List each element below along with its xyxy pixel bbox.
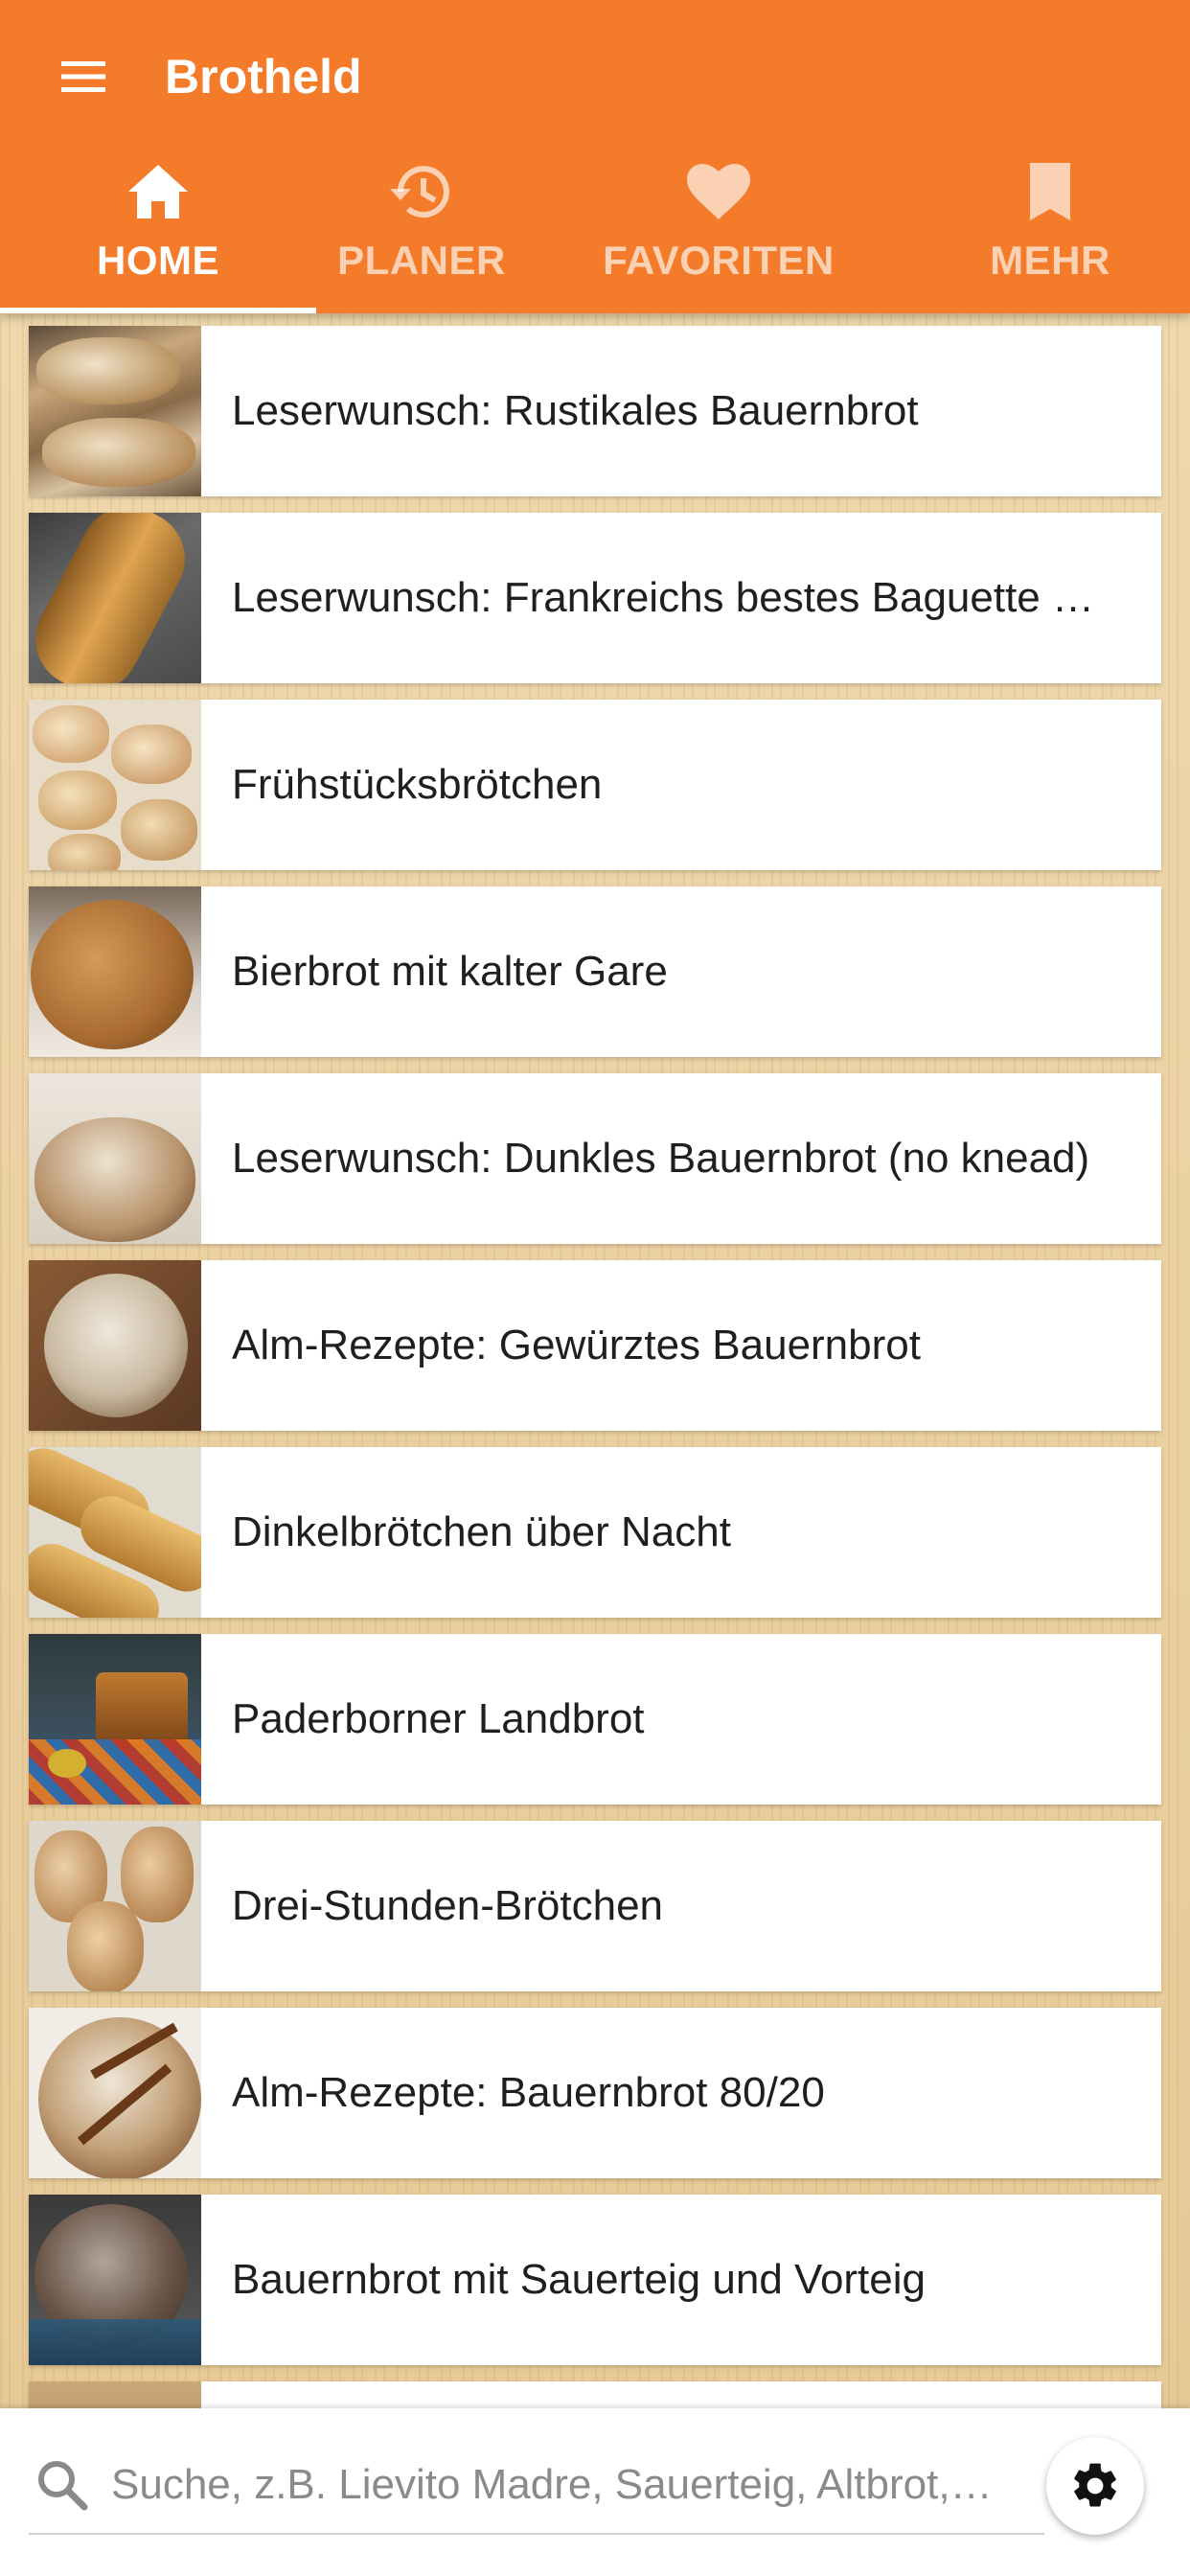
- tab-home-label: HOME: [97, 238, 219, 283]
- tab-planer[interactable]: PLANER: [316, 153, 527, 313]
- recipe-title: Leserwunsch: Frankreichs bestes Baguette…: [232, 574, 1095, 621]
- recipe-thumbnail: [29, 1634, 201, 1805]
- recipe-list-item[interactable]: Alm-Rezepte: Bauernbrot 80/20: [29, 2008, 1161, 2178]
- tab-home[interactable]: HOME: [0, 153, 316, 313]
- search-icon: [38, 2461, 88, 2511]
- recipe-title: Drei-Stunden-Brötchen: [232, 1882, 664, 1929]
- recipe-list-item[interactable]: Bierbrot mit kalter Gare: [29, 886, 1161, 1057]
- recipe-title: Frühstücksbrötchen: [232, 761, 603, 808]
- recipe-list-item[interactable]: Leserwunsch: Frankreichs bestes Baguette…: [29, 513, 1161, 683]
- home-icon: [128, 165, 188, 218]
- gear-icon: [1074, 2463, 1116, 2507]
- menu-button[interactable]: [40, 34, 126, 120]
- recipe-list-item[interactable]: Alm-Rezepte: Gewürztes Bauernbrot: [29, 1260, 1161, 1431]
- app-title: Brotheld: [165, 50, 362, 104]
- settings-button[interactable]: [1046, 2437, 1144, 2535]
- recipe-title: Alm-Rezepte: Bauernbrot 80/20: [232, 2069, 825, 2116]
- recipe-title: Leserwunsch: Rustikales Bauernbrot: [232, 387, 919, 434]
- recipe-list-item[interactable]: Dinkelbrötchen über Nacht: [29, 1447, 1161, 1618]
- tab-mehr[interactable]: MEHR: [910, 153, 1190, 313]
- search-input[interactable]: [111, 2461, 1041, 2509]
- recipe-list-item[interactable]: Bauernbrot mit Sauerteig und Vorteig: [29, 2195, 1161, 2365]
- search-bar: [0, 2408, 1190, 2576]
- toolbar: Brotheld: [0, 0, 1190, 153]
- recipe-thumbnail: [29, 1447, 201, 1618]
- recipe-title: Alm-Rezepte: Gewürztes Bauernbrot: [232, 1322, 921, 1368]
- recipe-thumbnail: [29, 1260, 201, 1431]
- recipe-list-item[interactable]: Drei-Stunden-Brötchen: [29, 1821, 1161, 1991]
- tab-mehr-label: MEHR: [990, 238, 1110, 283]
- recipe-thumbnail: [29, 513, 201, 683]
- recipe-thumbnail: [29, 1073, 201, 1244]
- recipe-thumbnail: [29, 700, 201, 870]
- bookmark-icon: [1030, 163, 1070, 220]
- tab-favoriten-label: FAVORITEN: [603, 238, 835, 283]
- recipe-thumbnail: [29, 886, 201, 1057]
- recipe-thumbnail: [29, 326, 201, 496]
- recipe-thumbnail: [29, 1821, 201, 1991]
- history-icon: [390, 166, 449, 218]
- tab-favoriten[interactable]: FAVORITEN: [527, 153, 910, 313]
- recipe-title: Dinkelbrötchen über Nacht: [232, 1508, 731, 1555]
- search-field[interactable]: [29, 2437, 1044, 2535]
- recipe-list-item[interactable]: Leserwunsch: Dunkles Bauernbrot (no knea…: [29, 1073, 1161, 1244]
- recipe-title: Paderborner Landbrot: [232, 1695, 645, 1742]
- recipe-title: Bauernbrot mit Sauerteig und Vorteig: [232, 2256, 927, 2303]
- recipe-list: Leserwunsch: Rustikales Bauernbrot Leser…: [29, 326, 1161, 2568]
- tab-bar: HOME PLANER FAVORITEN MEHR: [0, 153, 1190, 313]
- active-tab-indicator: [0, 308, 316, 313]
- recipe-thumbnail: [29, 2008, 201, 2178]
- hamburger-menu-icon: [61, 61, 105, 92]
- recipe-title: Bierbrot mit kalter Gare: [232, 948, 668, 995]
- recipe-list-item[interactable]: Paderborner Landbrot: [29, 1634, 1161, 1805]
- recipe-list-item[interactable]: Frühstücksbrötchen: [29, 700, 1161, 870]
- heart-icon: [687, 164, 750, 219]
- recipe-list-item[interactable]: Leserwunsch: Rustikales Bauernbrot: [29, 326, 1161, 496]
- recipe-title: Leserwunsch: Dunkles Bauernbrot (no knea…: [232, 1135, 1090, 1182]
- tab-planer-label: PLANER: [337, 238, 506, 283]
- recipe-thumbnail: [29, 2195, 201, 2365]
- app-bar: Brotheld HOME PLANER FAVORITEN MEHR: [0, 0, 1190, 313]
